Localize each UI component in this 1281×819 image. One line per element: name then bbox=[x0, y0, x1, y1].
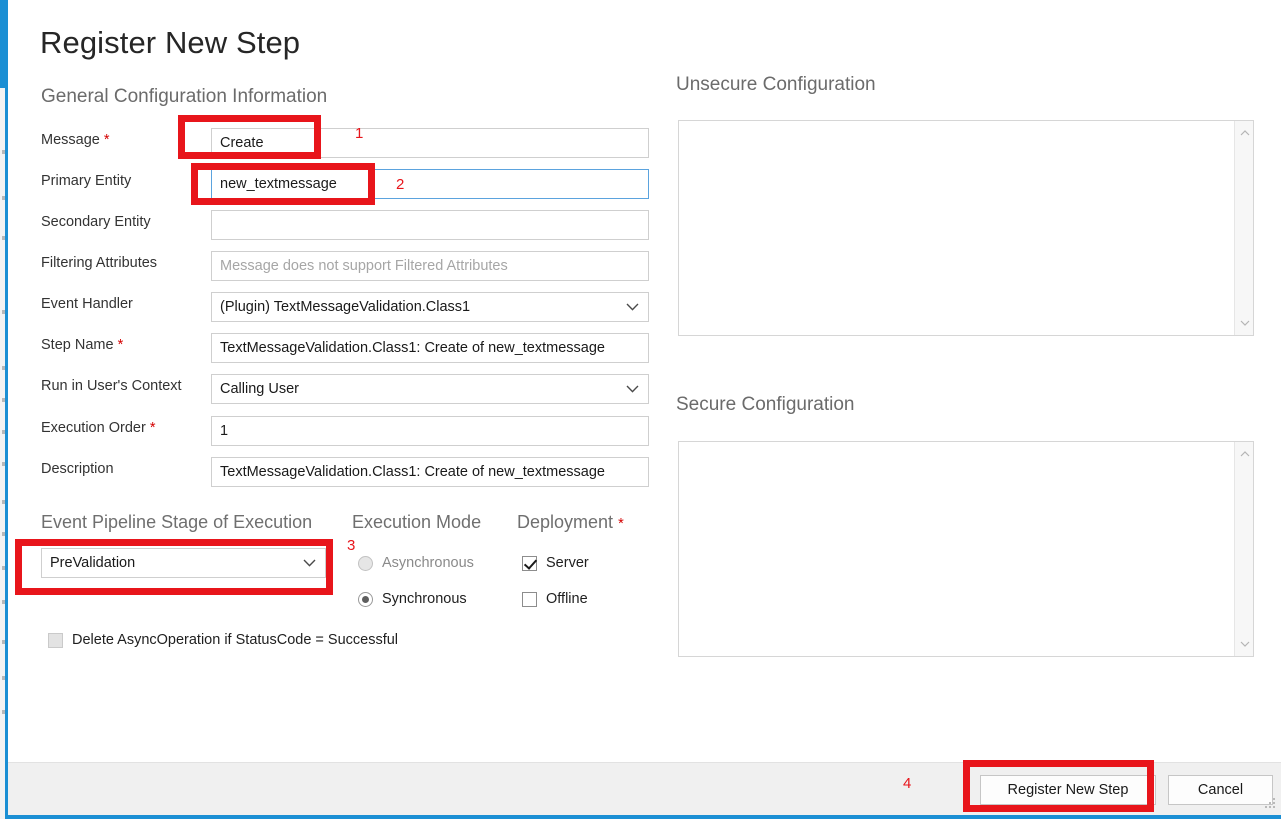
register-new-step-dialog: ✕ Register New Step General Configuratio… bbox=[5, 0, 1281, 819]
required-marker: * bbox=[118, 337, 124, 353]
form-row-message: Message * Create bbox=[41, 128, 649, 158]
unsecure-configuration-textarea[interactable] bbox=[678, 120, 1254, 336]
radio-label-synchronous: Synchronous bbox=[382, 591, 467, 607]
radio-asynchronous[interactable]: Asynchronous bbox=[358, 555, 474, 571]
cancel-button[interactable]: Cancel bbox=[1168, 775, 1273, 805]
field-label-run-in-users-context: Run in User's Context bbox=[41, 378, 182, 394]
required-marker: * bbox=[618, 516, 624, 532]
radio-label-asynchronous: Asynchronous bbox=[382, 555, 474, 571]
run-in-users-context-select[interactable]: Calling User bbox=[211, 374, 649, 404]
field-label-message: Message * bbox=[41, 132, 110, 148]
filtering-attributes-field[interactable]: Message does not support Filtered Attrib… bbox=[211, 251, 649, 281]
event-pipeline-stage-select[interactable]: PreValidation bbox=[41, 548, 326, 578]
field-label-filtering-attributes: Filtering Attributes bbox=[41, 255, 157, 271]
checkbox-offline[interactable]: Offline bbox=[522, 591, 588, 607]
scroll-up-icon[interactable] bbox=[1235, 124, 1254, 142]
field-label-event-handler: Event Handler bbox=[41, 296, 133, 312]
form-row-execution-order: Execution Order * 1 bbox=[41, 416, 649, 446]
event-handler-select[interactable]: (Plugin) TextMessageValidation.Class1 bbox=[211, 292, 649, 322]
deployment-heading: Deployment * bbox=[517, 512, 624, 533]
event-pipeline-stage-heading: Event Pipeline Stage of Execution bbox=[41, 512, 312, 533]
radio-icon bbox=[358, 592, 373, 607]
field-label-description: Description bbox=[41, 461, 114, 477]
scroll-down-icon[interactable] bbox=[1235, 635, 1254, 653]
step-name-field[interactable]: TextMessageValidation.Class1: Create of … bbox=[211, 333, 649, 363]
resize-grip[interactable] bbox=[1263, 798, 1276, 811]
checkbox-label-server: Server bbox=[546, 555, 589, 571]
general-configuration-heading: General Configuration Information bbox=[41, 86, 327, 108]
chevron-down-icon bbox=[626, 375, 639, 403]
checkbox-label-offline: Offline bbox=[546, 591, 588, 607]
secure-configuration-heading: Secure Configuration bbox=[676, 394, 855, 416]
message-field[interactable]: Create bbox=[211, 128, 649, 158]
field-label-execution-order: Execution Order * bbox=[41, 420, 155, 436]
annotation-number-2: 2 bbox=[396, 176, 404, 193]
description-field[interactable]: TextMessageValidation.Class1: Create of … bbox=[211, 457, 649, 487]
field-label-step-name: Step Name * bbox=[41, 337, 123, 353]
field-label-secondary-entity: Secondary Entity bbox=[41, 214, 151, 230]
annotation-number-3: 3 bbox=[347, 537, 355, 554]
checkbox-icon bbox=[48, 633, 63, 648]
radio-icon bbox=[358, 556, 373, 571]
event-handler-value: (Plugin) TextMessageValidation.Class1 bbox=[220, 299, 470, 315]
checkbox-icon bbox=[522, 556, 537, 571]
required-marker: * bbox=[150, 420, 156, 436]
execution-mode-heading: Execution Mode bbox=[352, 512, 481, 533]
dialog-footer: Register New Step Cancel bbox=[8, 762, 1281, 815]
dialog-content: Register New Step General Configuration … bbox=[8, 0, 1281, 762]
required-marker: * bbox=[104, 132, 110, 148]
run-in-users-context-value: Calling User bbox=[220, 381, 299, 397]
primary-entity-field[interactable]: new_textmessage bbox=[211, 169, 649, 199]
form-row-secondary-entity: Secondary Entity bbox=[41, 210, 649, 240]
checkbox-delete-async-operation[interactable]: Delete AsyncOperation if StatusCode = Su… bbox=[48, 632, 398, 648]
form-row-run-in-users-context: Run in User's Context Calling User bbox=[41, 374, 649, 404]
unsecure-configuration-heading: Unsecure Configuration bbox=[676, 74, 876, 96]
form-row-filtering-attributes: Filtering Attributes Message does not su… bbox=[41, 251, 649, 281]
secure-configuration-textarea[interactable] bbox=[678, 441, 1254, 657]
checkbox-server[interactable]: Server bbox=[522, 555, 589, 571]
checkbox-label-delete-async-operation: Delete AsyncOperation if StatusCode = Su… bbox=[72, 632, 398, 648]
execution-order-field[interactable]: 1 bbox=[211, 416, 649, 446]
secure-configuration-scrollbar[interactable] bbox=[1234, 442, 1253, 656]
secondary-entity-field[interactable] bbox=[211, 210, 649, 240]
form-row-step-name: Step Name * TextMessageValidation.Class1… bbox=[41, 333, 649, 363]
annotation-number-4: 4 bbox=[903, 775, 911, 792]
chevron-down-icon bbox=[303, 549, 316, 577]
field-label-primary-entity: Primary Entity bbox=[41, 173, 131, 189]
event-pipeline-stage-value: PreValidation bbox=[50, 555, 135, 571]
annotation-number-1: 1 bbox=[355, 125, 363, 142]
unsecure-configuration-scrollbar[interactable] bbox=[1234, 121, 1253, 335]
scroll-up-icon[interactable] bbox=[1235, 445, 1254, 463]
checkbox-icon bbox=[522, 592, 537, 607]
page-title: Register New Step bbox=[40, 25, 300, 61]
form-row-description: Description TextMessageValidation.Class1… bbox=[41, 457, 649, 487]
form-row-event-handler: Event Handler (Plugin) TextMessageValida… bbox=[41, 292, 649, 322]
form-row-primary-entity: Primary Entity new_textmessage bbox=[41, 169, 649, 199]
register-new-step-button[interactable]: Register New Step bbox=[980, 775, 1156, 805]
scroll-down-icon[interactable] bbox=[1235, 314, 1254, 332]
radio-synchronous[interactable]: Synchronous bbox=[358, 591, 467, 607]
chevron-down-icon bbox=[626, 293, 639, 321]
